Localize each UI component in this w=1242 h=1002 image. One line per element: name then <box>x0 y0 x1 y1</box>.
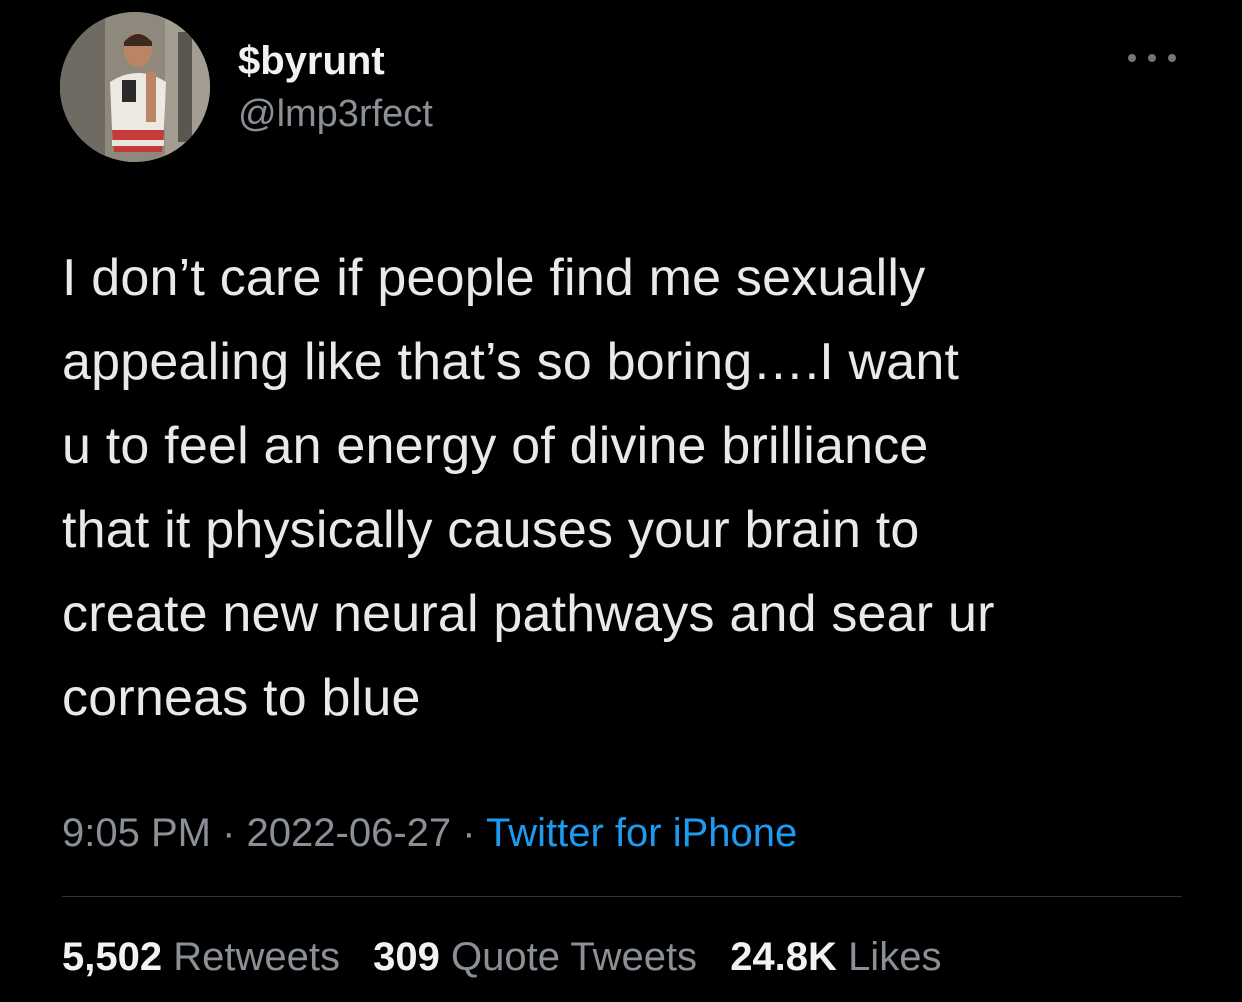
likes-stat[interactable]: 24.8K Likes <box>730 935 941 979</box>
more-horizontal-icon[interactable] <box>1128 48 1176 68</box>
divider <box>62 896 1182 897</box>
meta-separator: · <box>222 811 236 855</box>
tweet-meta: 9:05 PM · 2022-06-27 · Twitter for iPhon… <box>62 808 797 858</box>
retweets-label: Retweets <box>173 935 340 979</box>
retweets-count: 5,502 <box>62 935 163 979</box>
retweets-stat[interactable]: 5,502 Retweets <box>62 935 351 979</box>
more-dot <box>1168 54 1176 62</box>
tweet-date[interactable]: 2022-06-27 <box>247 811 452 855</box>
avatar-photo <box>60 12 210 162</box>
tweet-source-link[interactable]: Twitter for iPhone <box>486 811 797 855</box>
quote-tweets-label: Quote Tweets <box>450 935 698 979</box>
tweet: $byrunt @lmp3rfect I don’t care if peopl… <box>0 0 1242 1002</box>
likes-label: Likes <box>848 935 942 979</box>
more-dot <box>1148 54 1156 62</box>
avatar[interactable] <box>60 12 210 162</box>
likes-count: 24.8K <box>730 935 837 979</box>
display-name[interactable]: $byrunt <box>238 38 385 84</box>
quote-tweets-count: 309 <box>373 935 440 979</box>
quote-tweets-stat[interactable]: 309 Quote Tweets <box>373 935 708 979</box>
tweet-text: I don’t care if people find me sexually … <box>62 249 995 727</box>
tweet-time[interactable]: 9:05 PM <box>62 811 211 855</box>
tweet-stats: 5,502 Retweets 309 Quote Tweets 24.8K Li… <box>62 930 963 984</box>
meta-separator: · <box>462 811 476 855</box>
more-dot <box>1128 54 1136 62</box>
user-handle[interactable]: @lmp3rfect <box>238 92 433 136</box>
